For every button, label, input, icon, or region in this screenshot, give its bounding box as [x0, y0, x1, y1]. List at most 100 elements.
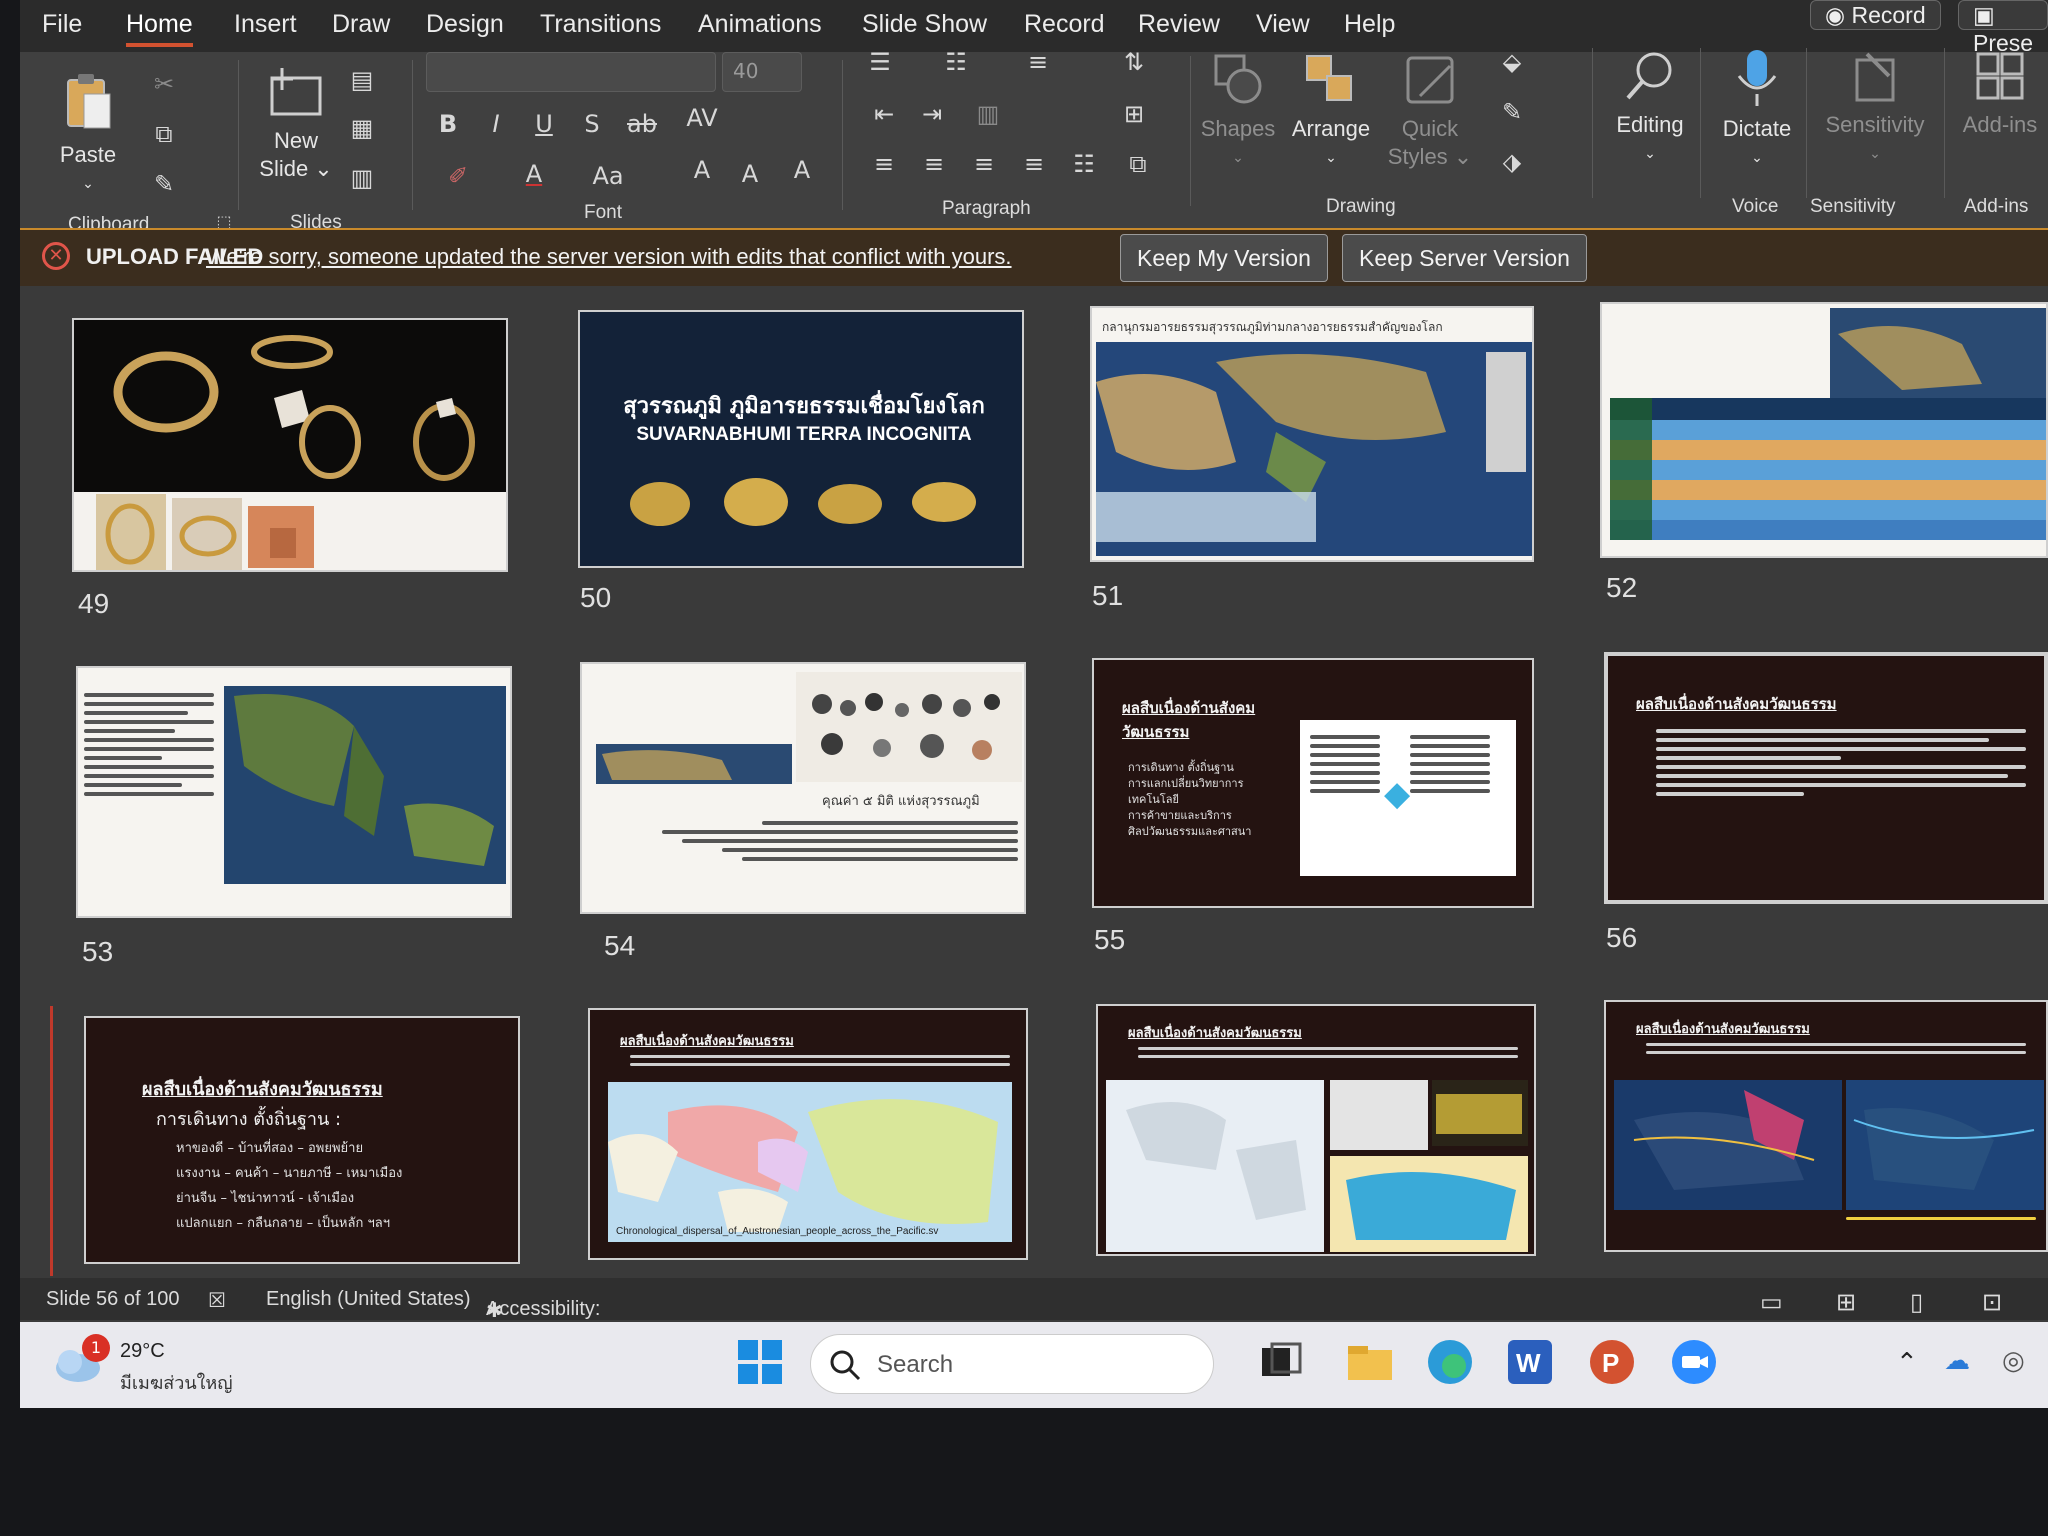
tab-animations[interactable]: Animations	[698, 10, 822, 39]
editing-button[interactable]: Editing ⌄	[1602, 48, 1698, 167]
tab-slide-show[interactable]: Slide Show	[862, 10, 987, 39]
dictate-button[interactable]: Dictate ⌄	[1710, 48, 1804, 171]
language-indicator[interactable]: English (United States)	[266, 1288, 471, 1311]
align-text-icon[interactable]: ⊞	[1116, 100, 1152, 128]
slide-thumbnail-49[interactable]	[72, 318, 508, 572]
strikethrough-icon[interactable]: ab	[624, 110, 660, 138]
increase-indent-icon[interactable]: ⇥	[914, 100, 950, 128]
slide-thumbnail-51[interactable]: กลานุกรมอารยธรรมสุวรรณภูมิท่ามกลางอารยธร…	[1090, 306, 1534, 562]
tab-help[interactable]: Help	[1344, 10, 1395, 39]
new-slide-button[interactable]: New Slide ⌄	[248, 66, 344, 183]
cut-icon[interactable]: ✂	[146, 70, 182, 98]
columns-icon[interactable]: ▥	[970, 100, 1006, 128]
copy-icon[interactable]: ⧉	[146, 120, 182, 148]
keep-server-version-button[interactable]: Keep Server Version	[1342, 234, 1587, 282]
slide-thumbnail-56[interactable]: ผลสืบเนื่องด้านสังคมวัฒนธรรม	[1604, 652, 2048, 904]
task-view-icon[interactable]	[1254, 1336, 1306, 1388]
zoom-icon[interactable]	[1668, 1336, 1720, 1388]
windows-start-icon[interactable]	[734, 1336, 786, 1388]
powerpoint-icon[interactable]: P	[1586, 1336, 1638, 1388]
paste-button[interactable]: Paste ⌄	[48, 72, 128, 197]
slide-thumbnail-59[interactable]: ผลสืบเนื่องด้านสังคมวัฒนธรรม	[1096, 1004, 1536, 1256]
decrease-indent-icon[interactable]: ⇤	[866, 100, 902, 128]
search-icon	[1626, 52, 1672, 100]
normal-view-icon[interactable]: ▭	[1760, 1288, 1783, 1317]
underline-icon[interactable]: U	[526, 110, 562, 138]
tab-review[interactable]: Review	[1138, 10, 1220, 39]
font-size-box[interactable]: 40	[722, 52, 802, 92]
reset-icon[interactable]: ▦	[344, 114, 380, 142]
shape-fill-icon[interactable]: ⬙	[1494, 48, 1530, 76]
reading-view-icon[interactable]: ▯	[1910, 1288, 1923, 1317]
ribbon-separator	[1806, 48, 1807, 198]
clear-formatting-icon[interactable]: A	[784, 156, 820, 184]
search-label: Search	[877, 1351, 954, 1378]
onedrive-icon[interactable]: ☁	[1944, 1346, 1970, 1376]
present-button[interactable]: ▣ Prese	[1958, 0, 2048, 56]
slide-thumbnail-53[interactable]	[76, 666, 512, 918]
conflict-message-link[interactable]: We're sorry, someone updated the server …	[206, 244, 1012, 270]
taskbar-search[interactable]: Search	[810, 1334, 1214, 1394]
slide-thumbnail-58[interactable]: ผลสืบเนื่องด้านสังคมวัฒนธรรม Chronologic…	[588, 1008, 1028, 1260]
shape-outline-icon[interactable]: ✎	[1494, 98, 1530, 126]
addins-button[interactable]: Add-ins	[1952, 48, 2048, 139]
word-icon[interactable]: W	[1504, 1336, 1556, 1388]
numbering-icon[interactable]: ☷	[938, 48, 974, 76]
chevron-up-icon[interactable]: ⌃	[1896, 1348, 1918, 1378]
bullets-icon[interactable]: ☰	[862, 48, 898, 76]
slide-thumbnail-57[interactable]: ผลสืบเนื่องด้านสังคมวัฒนธรรม การเดินทาง …	[84, 1016, 520, 1264]
character-spacing-icon[interactable]: AV	[684, 104, 720, 132]
text-direction-icon[interactable]: ⇅	[1116, 48, 1152, 76]
tab-insert[interactable]: Insert	[234, 10, 297, 39]
line-spacing-icon[interactable]: ≡	[1020, 48, 1056, 76]
tab-transitions[interactable]: Transitions	[540, 10, 661, 39]
font-name-box[interactable]	[426, 52, 716, 92]
arrange-button[interactable]: Arrange ⌄	[1286, 52, 1376, 171]
slide-thumbnail-55[interactable]: ผลสืบเนื่องด้านสังคมวัฒนธรรม การเดินทาง …	[1092, 658, 1534, 908]
tab-home[interactable]: Home	[126, 10, 193, 47]
slide-thumbnail-60[interactable]: ผลสืบเนื่องด้านสังคมวัฒนธรรม	[1604, 1000, 2048, 1252]
slideshow-icon[interactable]: ⊡	[1982, 1288, 2002, 1317]
tab-draw[interactable]: Draw	[332, 10, 390, 39]
change-case-icon[interactable]: Aa	[590, 162, 626, 190]
align-left-icon[interactable]: ≡	[866, 150, 902, 178]
smartart-icon[interactable]: ⧉	[1120, 150, 1156, 178]
tab-design[interactable]: Design	[426, 10, 504, 39]
tab-file[interactable]: File	[42, 10, 82, 39]
highlight-icon[interactable]: ✐	[440, 162, 476, 190]
distribute-icon[interactable]: ☷	[1066, 150, 1102, 178]
slide-thumbnail-52[interactable]	[1600, 302, 2048, 558]
bold-icon[interactable]: B	[430, 110, 466, 138]
ribbon-separator	[412, 60, 413, 210]
shrink-font-icon[interactable]: A	[732, 160, 768, 188]
shadow-icon[interactable]: S	[574, 110, 610, 138]
record-button[interactable]: ◉ Record	[1810, 0, 1941, 30]
network-icon[interactable]: ◎	[2002, 1346, 2025, 1376]
justify-icon[interactable]: ≡	[1016, 150, 1052, 178]
italic-icon[interactable]: I	[478, 110, 514, 138]
shapes-button[interactable]: Shapes ⌄	[1196, 52, 1280, 171]
slide-sorter-icon[interactable]: ⊞	[1836, 1288, 1856, 1317]
slide-number: 56	[1606, 922, 1638, 953]
slide-diagram: ◆	[1300, 720, 1516, 876]
file-explorer-icon[interactable]	[1344, 1336, 1396, 1388]
align-right-icon[interactable]: ≡	[966, 150, 1002, 178]
format-painter-icon[interactable]: ✎	[146, 170, 182, 198]
align-center-icon[interactable]: ≡	[916, 150, 952, 178]
slide-thumbnail-54[interactable]: คุณค่า ๕ มิติ แห่งสุวรรณภูมิ	[580, 662, 1026, 914]
shape-effects-icon[interactable]: ⬗	[1494, 148, 1530, 176]
edge-browser-icon[interactable]	[1424, 1336, 1476, 1388]
quick-styles-button[interactable]: Quick Styles ⌄	[1386, 52, 1474, 171]
weather-widget[interactable]: 1 29°C มีเมฆส่วนใหญ่	[52, 1334, 233, 1394]
keep-my-version-button[interactable]: Keep My Version	[1120, 234, 1328, 282]
sensitivity-button[interactable]: Sensitivity ⌄	[1810, 48, 1940, 167]
font-color-icon[interactable]: A	[516, 160, 552, 188]
layout-icon[interactable]: ▤	[344, 66, 380, 94]
tab-record[interactable]: Record	[1024, 10, 1105, 39]
section-icon[interactable]: ▥	[344, 164, 380, 192]
grow-font-icon[interactable]: A	[684, 156, 720, 184]
tab-view[interactable]: View	[1256, 10, 1310, 39]
slide-thumbnail-50[interactable]: สุวรรณภูมิ ภูมิอารยธรรมเชื่อมโยงโลก SUVA…	[578, 310, 1024, 568]
spellcheck-icon[interactable]: ☒	[208, 1288, 226, 1313]
trade-network-maps	[1106, 1080, 1528, 1252]
